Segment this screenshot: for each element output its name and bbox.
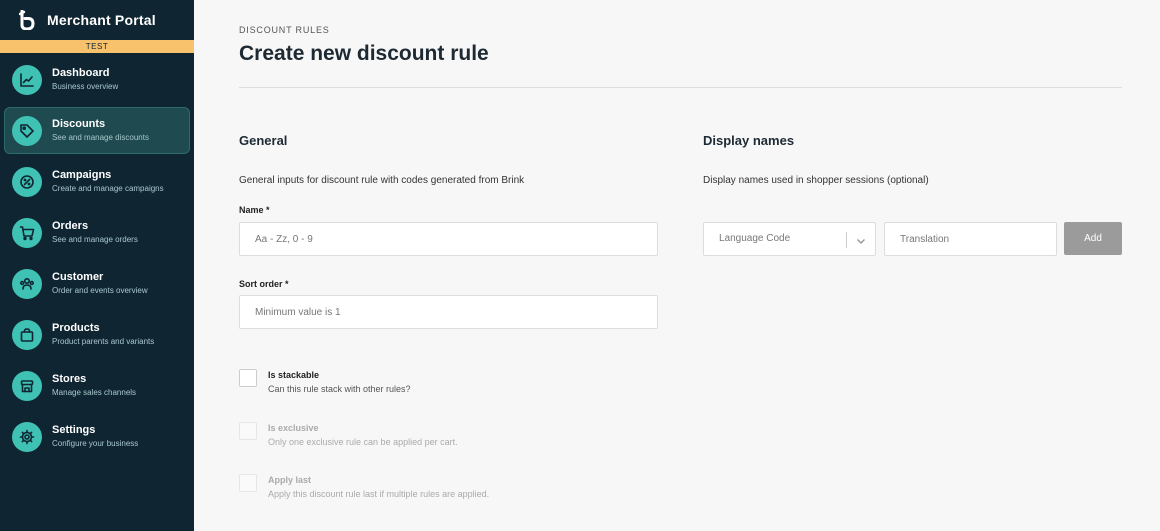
sidebar-item-discounts[interactable]: Discounts See and manage discounts <box>4 107 190 154</box>
header-divider <box>239 87 1122 88</box>
is-exclusive-desc: Only one exclusive rule can be applied p… <box>268 437 458 447</box>
is-stackable-row: Is stackable Can this rule stack with ot… <box>239 369 411 396</box>
apply-last-label: Apply last <box>268 475 312 485</box>
brink-logo-icon <box>19 10 35 30</box>
sidebar-item-sub: See and manage orders <box>52 235 138 244</box>
general-section-title: General <box>239 133 288 148</box>
display-names-section-title: Display names <box>703 133 795 148</box>
sidebar-item-sub: Manage sales channels <box>52 388 137 397</box>
select-separator <box>846 232 847 248</box>
sidebar-item-label: Customer <box>52 271 104 283</box>
sidebar-item-orders[interactable]: Orders See and manage orders <box>4 209 190 256</box>
is-exclusive-checkbox[interactable] <box>239 422 257 440</box>
breadcrumb[interactable]: DISCOUNT RULES <box>239 25 330 35</box>
display-names-section-desc: Display names used in shopper sessions (… <box>703 175 929 186</box>
sidebar-item-settings[interactable]: Settings Configure your business <box>4 413 190 460</box>
apply-last-checkbox[interactable] <box>239 474 257 492</box>
translation-input[interactable] <box>884 222 1057 256</box>
sidebar-item-sub: See and manage discounts <box>52 133 149 142</box>
page-title: Create new discount rule <box>239 42 489 65</box>
sidebar-item-sub: Create and manage campaigns <box>52 184 164 193</box>
sidebar-item-label: Settings <box>52 424 96 436</box>
badge-percent-icon <box>12 166 42 197</box>
users-icon <box>12 268 42 299</box>
sidebar-item-dashboard[interactable]: Dashboard Business overview <box>4 56 190 103</box>
name-label: Name * <box>239 205 270 215</box>
sidebar-nav: Dashboard Business overview Discounts Se… <box>0 53 194 460</box>
tag-icon <box>12 115 42 146</box>
sidebar-item-campaigns[interactable]: Campaigns Create and manage campaigns <box>4 158 190 205</box>
chart-line-icon <box>12 64 42 95</box>
is-stackable-checkbox[interactable] <box>239 369 257 387</box>
sidebar-item-label: Products <box>52 322 100 334</box>
sidebar-item-sub: Configure your business <box>52 439 139 448</box>
gear-icon <box>12 421 42 452</box>
sidebar-item-sub: Order and events overview <box>52 286 148 295</box>
main-content: DISCOUNT RULES Create new discount rule … <box>194 0 1160 531</box>
name-input[interactable] <box>239 222 658 256</box>
chevron-down-icon <box>855 234 867 246</box>
is-stackable-desc: Can this rule stack with other rules? <box>268 384 411 394</box>
general-section-desc: General inputs for discount rule with co… <box>239 175 525 186</box>
sort-order-input[interactable] <box>239 295 658 329</box>
env-badge: TEST <box>0 40 194 53</box>
sidebar-item-label: Dashboard <box>52 67 110 79</box>
language-code-placeholder: Language Code <box>719 233 791 244</box>
bag-icon <box>12 319 42 350</box>
sidebar-item-label: Campaigns <box>52 169 112 181</box>
sidebar-item-label: Stores <box>52 373 87 385</box>
is-exclusive-row: Is exclusive Only one exclusive rule can… <box>239 422 458 449</box>
sidebar-item-label: Discounts <box>52 118 106 130</box>
app-title: Merchant Portal <box>47 12 156 28</box>
brand[interactable]: Merchant Portal <box>0 0 194 40</box>
sidebar-item-products[interactable]: Products Product parents and variants <box>4 311 190 358</box>
sidebar-item-customer[interactable]: Customer Order and events overview <box>4 260 190 307</box>
cart-icon <box>12 217 42 248</box>
apply-last-desc: Apply this discount rule last if multipl… <box>268 489 490 499</box>
sidebar-item-sub: Business overview <box>52 82 119 91</box>
apply-last-row: Apply last Apply this discount rule last… <box>239 474 489 501</box>
sort-order-label: Sort order * <box>239 279 289 289</box>
is-stackable-label: Is stackable <box>268 370 320 380</box>
sidebar-item-label: Orders <box>52 220 89 232</box>
sidebar-item-sub: Product parents and variants <box>52 337 155 346</box>
add-button[interactable]: Add <box>1064 222 1122 255</box>
sidebar-item-stores[interactable]: Stores Manage sales channels <box>4 362 190 409</box>
language-code-select[interactable]: Language Code <box>703 222 876 256</box>
sidebar: Merchant Portal TEST Dashboard Business … <box>0 0 194 531</box>
is-exclusive-label: Is exclusive <box>268 423 319 433</box>
store-icon <box>12 370 42 401</box>
